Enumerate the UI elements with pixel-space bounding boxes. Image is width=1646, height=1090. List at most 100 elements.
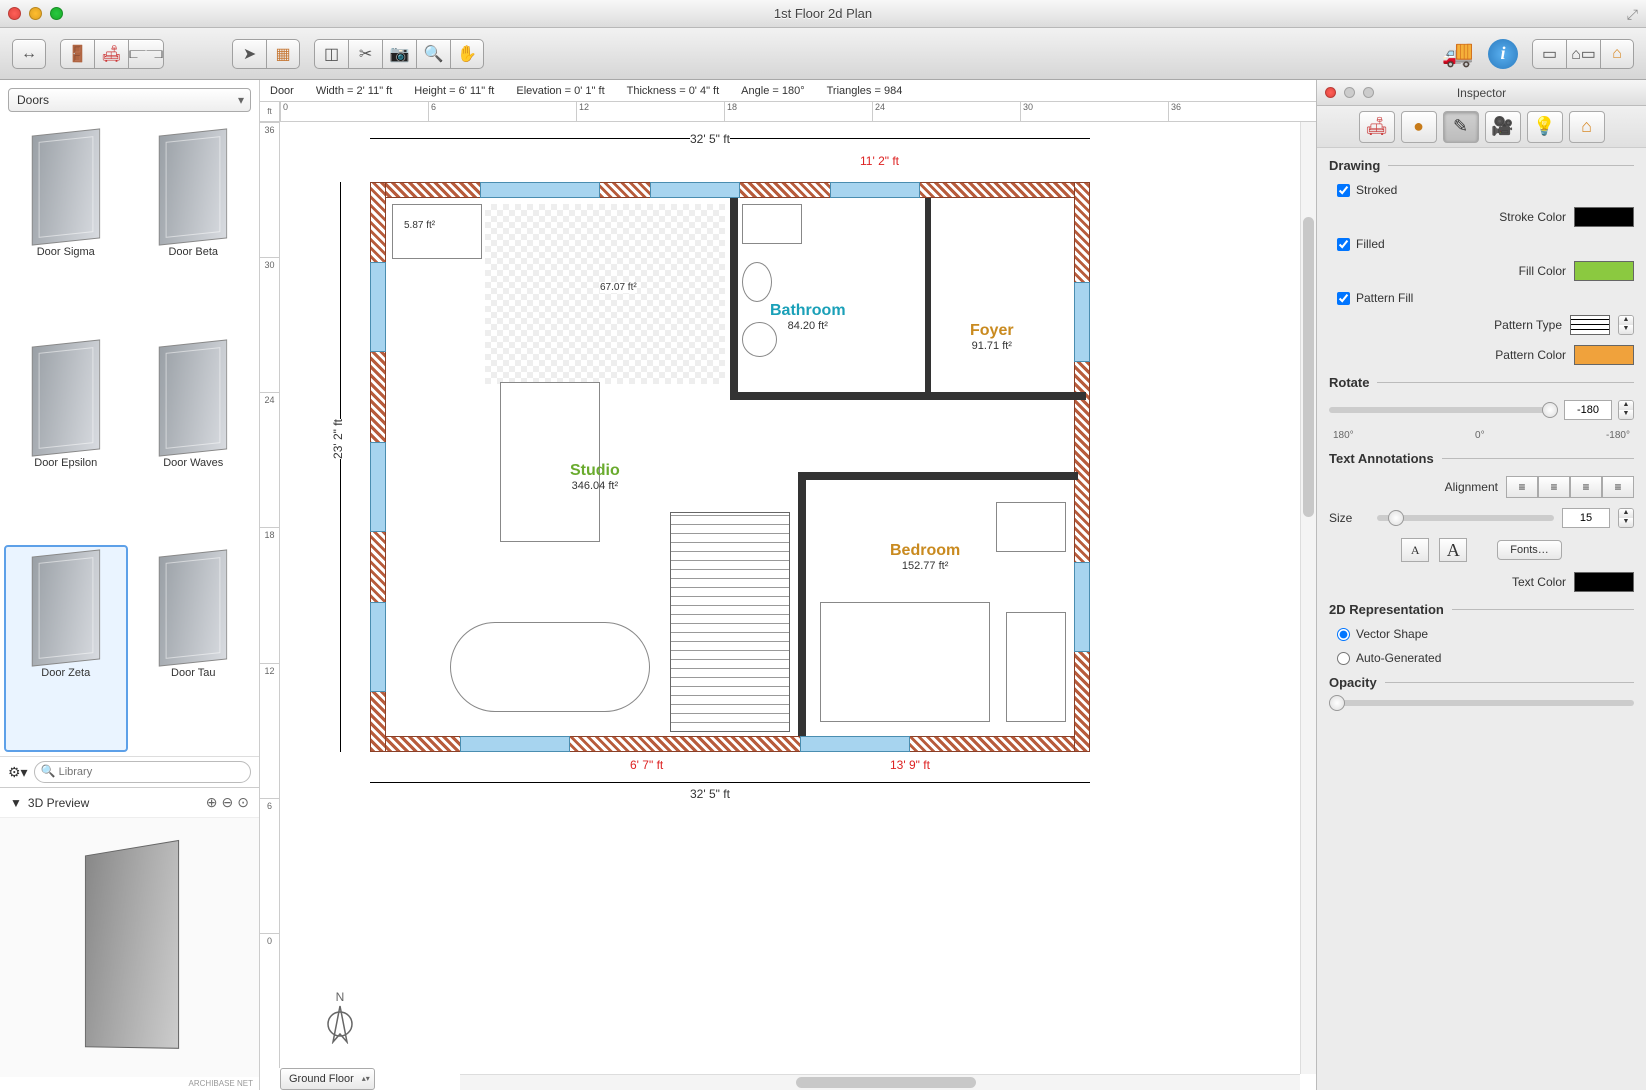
cube-icon: ◫ xyxy=(324,44,339,64)
fill-color-swatch[interactable] xyxy=(1574,261,1634,281)
preview-zoom-fit-icon[interactable]: ⊙ xyxy=(237,794,249,811)
fullscreen-icon[interactable]: ⤢ xyxy=(1627,6,1638,23)
opacity-slider[interactable] xyxy=(1329,700,1634,706)
library-item[interactable]: Door Zeta xyxy=(4,545,128,752)
preview-pane[interactable] xyxy=(0,817,259,1077)
align-justify-button[interactable]: ≡ xyxy=(1602,476,1634,498)
doors-catalog-button[interactable]: 🚪 xyxy=(60,39,94,69)
align-right-button[interactable]: ≡ xyxy=(1570,476,1602,498)
inspector-tab-lights[interactable]: 💡 xyxy=(1527,111,1563,143)
compass: N xyxy=(320,990,360,1050)
library-settings-gear-icon[interactable]: ⚙▾ xyxy=(8,764,28,781)
zoom-tool-button[interactable]: 🔍 xyxy=(416,39,450,69)
library-item[interactable]: Door Beta xyxy=(132,124,256,331)
wall-tool-button[interactable]: ▦ xyxy=(266,39,300,69)
inspector-tabs: 🛋 ● ✎ 🎥 💡 ⌂ xyxy=(1317,106,1646,148)
inspector-tab-cameras[interactable]: 🎥 xyxy=(1485,111,1521,143)
vector-shape-radio[interactable] xyxy=(1337,628,1350,641)
floor-select[interactable]: Ground Floor xyxy=(280,1068,375,1090)
door-icon: 🚪 xyxy=(68,44,88,64)
size-stepper[interactable]: ▲▼ xyxy=(1618,508,1634,528)
pattern-color-swatch[interactable] xyxy=(1574,345,1634,365)
canvas-area: Door Width = 2' 11" ft Height = 6' 11" f… xyxy=(260,80,1316,1090)
pattern-type-label: Pattern Type xyxy=(1329,318,1562,332)
info-button[interactable]: i xyxy=(1488,39,1518,69)
canvas[interactable]: ft 061218243036 363024181260 32' 5" ft 1… xyxy=(260,102,1316,1090)
preview-zoom-out-icon[interactable]: ⊖ xyxy=(222,794,234,811)
room-foyer-area: 91.71 ft² xyxy=(970,340,1014,352)
pattern-type-stepper[interactable]: ▲▼ xyxy=(1618,315,1634,335)
measure-tool-button[interactable]: ✂ xyxy=(348,39,382,69)
dimensions-catalog-button[interactable]: ⫍⫎ xyxy=(128,39,164,69)
align-center-button[interactable]: ≡ xyxy=(1538,476,1570,498)
text-section-header: Text Annotations xyxy=(1329,451,1634,466)
dim-bottom-left: 6' 7" ft xyxy=(630,758,663,772)
nav-arrows-button[interactable]: ↔ xyxy=(12,39,46,69)
opacity-section-header: Opacity xyxy=(1329,675,1634,690)
view-2d-button[interactable]: ▭ xyxy=(1532,39,1566,69)
scrollbar-horizontal[interactable] xyxy=(460,1074,1300,1090)
text-color-swatch[interactable] xyxy=(1574,572,1634,592)
library-item[interactable]: Door Waves xyxy=(132,335,256,542)
library-sidebar: Doors Door Sigma Door Beta Door EpsilonDoo… xyxy=(0,80,260,1090)
view-home-button[interactable]: ⌂ xyxy=(1600,39,1634,69)
pattern-type-swatch[interactable] xyxy=(1570,315,1610,335)
inspector-tab-materials[interactable]: ● xyxy=(1401,111,1437,143)
size-slider[interactable] xyxy=(1377,515,1554,521)
compass-icon xyxy=(325,1004,355,1044)
font-small-a-button[interactable]: A xyxy=(1401,538,1429,562)
fonts-button[interactable]: Fonts… xyxy=(1497,540,1562,560)
rotate-tick-left: 180° xyxy=(1333,430,1354,441)
vector-shape-label: Vector Shape xyxy=(1356,627,1428,641)
library-search-input[interactable] xyxy=(59,762,240,782)
rotate-stepper[interactable]: ▲▼ xyxy=(1618,400,1634,420)
furniture-catalog-button[interactable]: 🛋 xyxy=(94,39,128,69)
rotate-section-header: Rotate xyxy=(1329,375,1634,390)
select-tool-button[interactable]: ➤ xyxy=(232,39,266,69)
main-toolbar: ↔ 🚪 🛋 ⫍⫎ ➤ ▦ ◫ ✂ 📷 🔍 ✋ 🚚 i ▭ ⌂▭ ⌂ xyxy=(0,28,1646,80)
inspector-tab-2d[interactable]: ✎ xyxy=(1443,111,1479,143)
scrollbar-vertical[interactable] xyxy=(1300,122,1316,1074)
inspector-tab-object[interactable]: 🛋 xyxy=(1359,111,1395,143)
rotate-value-input[interactable] xyxy=(1564,400,1612,420)
library-category-select[interactable]: Doors xyxy=(8,88,251,112)
room-tool-button[interactable]: ◫ xyxy=(314,39,348,69)
filled-checkbox[interactable] xyxy=(1337,238,1350,251)
filled-label: Filled xyxy=(1356,237,1385,251)
library-search[interactable] xyxy=(34,761,251,783)
inspector-title: Inspector xyxy=(1317,86,1646,100)
size-value-input[interactable] xyxy=(1562,508,1610,528)
plan-2d-icon: ▭ xyxy=(1542,44,1557,64)
inspector-tab-building[interactable]: ⌂ xyxy=(1569,111,1605,143)
library-item-label: Door Beta xyxy=(168,246,218,258)
align-left-button[interactable]: ≡ xyxy=(1506,476,1538,498)
stroke-color-label: Stroke Color xyxy=(1329,210,1566,224)
auto-generated-radio[interactable] xyxy=(1337,652,1350,665)
pattern-fill-checkbox[interactable] xyxy=(1337,292,1350,305)
pan-tool-button[interactable]: ✋ xyxy=(450,39,484,69)
rotate-slider[interactable] xyxy=(1329,407,1558,413)
truck-icon[interactable]: 🚚 xyxy=(1442,38,1474,69)
status-elevation: Elevation = 0' 1" ft xyxy=(516,85,604,97)
ruler-tick: 30 xyxy=(260,257,279,392)
library-item[interactable]: Door Sigma xyxy=(4,124,128,331)
library-item[interactable]: Door Epsilon xyxy=(4,335,128,542)
library-item[interactable]: Door Tau xyxy=(132,545,256,752)
stroked-checkbox[interactable] xyxy=(1337,184,1350,197)
bulb-icon: 💡 xyxy=(1533,116,1555,137)
pattern-fill-label: Pattern Fill xyxy=(1356,291,1413,305)
view-3d-button[interactable]: ⌂▭ xyxy=(1566,39,1600,69)
size-label: Size xyxy=(1329,511,1369,525)
closet-area: 5.87 ft² xyxy=(404,220,435,231)
font-large-a-button[interactable]: A xyxy=(1439,538,1467,562)
door-thumb-icon xyxy=(32,550,100,667)
stroke-color-swatch[interactable] xyxy=(1574,207,1634,227)
videocam-icon: 🎥 xyxy=(1491,116,1513,137)
status-triangles: Triangles = 984 xyxy=(827,85,903,97)
preview-zoom-in-icon[interactable]: ⊕ xyxy=(206,794,218,811)
preview-disclosure-icon[interactable]: ▼ xyxy=(10,796,22,810)
room-studio: Studio 346.04 ft² xyxy=(570,462,620,492)
camera-tool-button[interactable]: 📷 xyxy=(382,39,416,69)
floor-plan[interactable]: 32' 5" ft 11' 2" ft 23' 2" ft 32' 5" ft … xyxy=(300,132,1306,1060)
window-titlebar: 1st Floor 2d Plan ⤢ xyxy=(0,0,1646,28)
